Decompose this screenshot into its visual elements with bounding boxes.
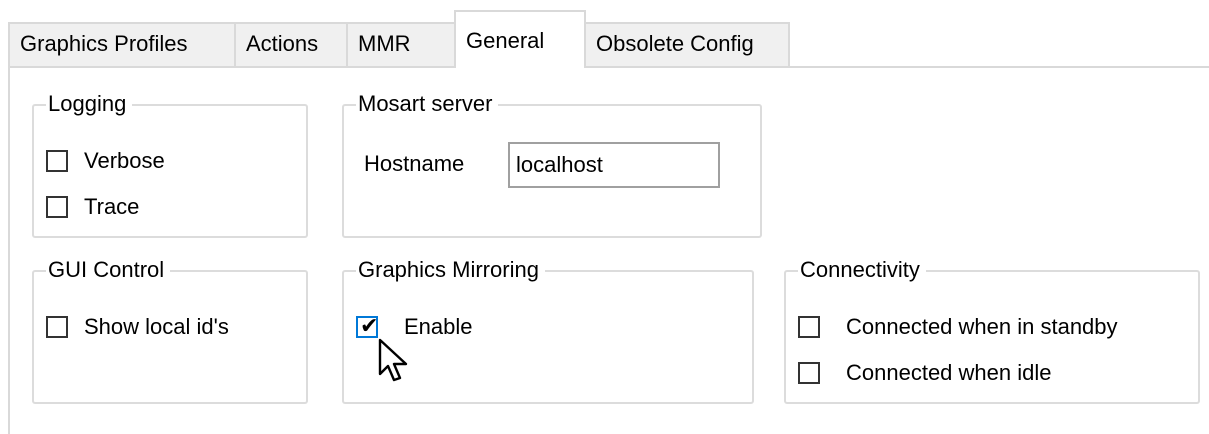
connected-idle-checkbox[interactable]: [798, 362, 820, 384]
connected-standby-checkbox-row[interactable]: Connected when in standby: [798, 314, 1194, 344]
general-tab-panel: Logging Verbose Trace Mosart server Host…: [8, 66, 1209, 434]
connected-standby-label[interactable]: Connected when in standby: [846, 313, 1118, 341]
logging-group-title: Logging: [46, 89, 133, 119]
tab-general[interactable]: General: [454, 10, 586, 68]
enable-label[interactable]: Enable: [404, 313, 473, 341]
settings-window: Graphics Profiles Actions MMR General Ob…: [0, 0, 1209, 434]
checkmark-icon: ✔: [360, 313, 379, 338]
tab-obsolete-config[interactable]: Obsolete Config: [584, 22, 790, 66]
trace-checkbox-row[interactable]: Trace: [46, 194, 296, 224]
hostname-input[interactable]: [508, 142, 720, 188]
connectivity-group-title: Connectivity: [798, 255, 926, 285]
graphics-mirroring-group-title: Graphics Mirroring: [356, 255, 545, 285]
tab-graphics-profiles[interactable]: Graphics Profiles: [8, 22, 236, 66]
trace-checkbox[interactable]: [46, 196, 68, 218]
verbose-label[interactable]: Verbose: [84, 147, 165, 175]
mosart-server-group: Mosart server Hostname: [342, 89, 762, 238]
graphics-mirroring-group: Graphics Mirroring ✔ Enable: [342, 255, 754, 404]
connected-standby-checkbox[interactable]: [798, 316, 820, 338]
tab-actions[interactable]: Actions: [234, 22, 348, 66]
enable-checkbox-row[interactable]: ✔ Enable: [356, 314, 556, 344]
show-local-ids-label[interactable]: Show local id's: [84, 313, 229, 341]
gui-control-group-title: GUI Control: [46, 255, 171, 285]
show-local-ids-checkbox-row[interactable]: Show local id's: [46, 314, 302, 344]
connectivity-group: Connectivity Connected when in standby C…: [784, 255, 1200, 404]
trace-label[interactable]: Trace: [84, 193, 139, 221]
logging-group: Logging Verbose Trace: [32, 89, 308, 238]
mosart-server-group-title: Mosart server: [356, 89, 499, 119]
show-local-ids-checkbox[interactable]: [46, 316, 68, 338]
hostname-label: Hostname: [364, 151, 465, 176]
connected-idle-checkbox-row[interactable]: Connected when idle: [798, 360, 1194, 390]
tab-mmr[interactable]: MMR: [346, 22, 456, 66]
verbose-checkbox-row[interactable]: Verbose: [46, 148, 296, 178]
connected-idle-label[interactable]: Connected when idle: [846, 359, 1051, 387]
enable-checkbox[interactable]: ✔: [356, 313, 379, 338]
verbose-checkbox[interactable]: [46, 150, 68, 172]
gui-control-group: GUI Control Show local id's: [32, 255, 308, 404]
tab-strip: Graphics Profiles Actions MMR General Ob…: [0, 0, 1209, 68]
